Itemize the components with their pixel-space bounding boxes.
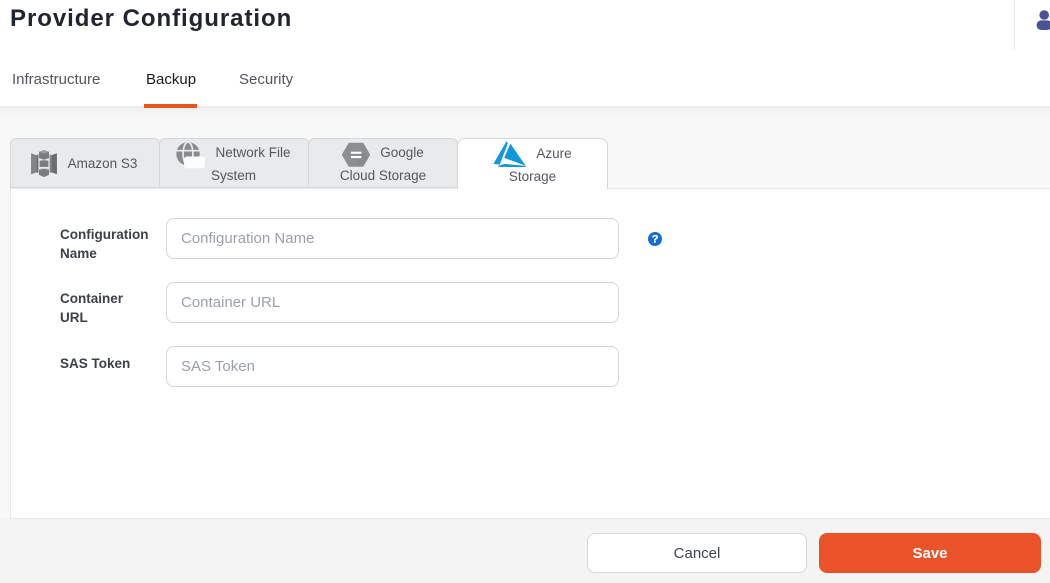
svg-text:?: ? [651,233,658,245]
